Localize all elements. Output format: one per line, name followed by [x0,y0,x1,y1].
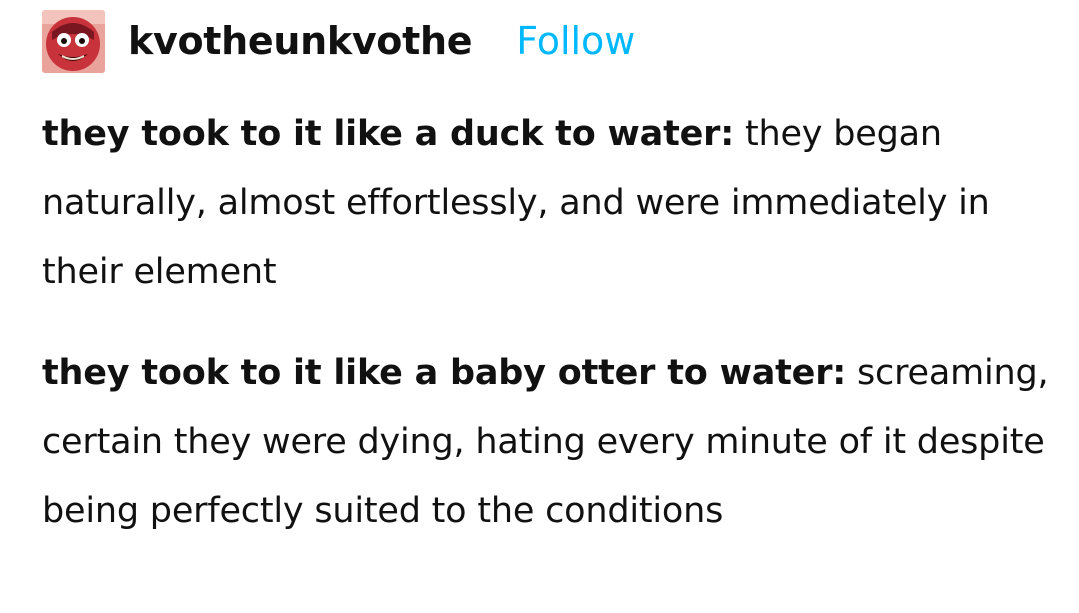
cartoon-character-avatar-icon [42,9,105,73]
avatar[interactable] [42,9,105,73]
post-paragraph-1: they took to it like a duck to water: th… [42,100,1052,307]
paragraph-1-bold: they took to it like a duck to water: [42,114,735,154]
post-body: they took to it like a duck to water: th… [42,100,1052,546]
tumblr-post: kvotheunkvothe Follow they took to it li… [0,0,1079,613]
post-paragraph-2: they took to it like a baby otter to wat… [42,339,1052,546]
post-header: kvotheunkvothe Follow [42,9,635,73]
paragraph-2-bold: they took to it like a baby otter to wat… [42,353,847,393]
follow-button[interactable]: Follow [516,22,635,60]
author-username[interactable]: kvotheunkvothe [128,22,472,60]
